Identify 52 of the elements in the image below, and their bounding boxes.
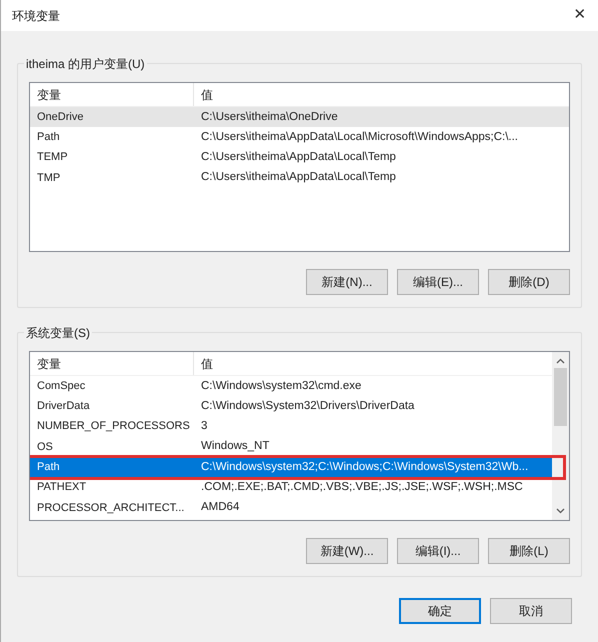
column-header[interactable]: 变量 [30, 83, 194, 106]
scroll-up-icon[interactable] [556, 358, 565, 364]
dialog-button[interactable]: 新建(W)... [306, 538, 388, 564]
variable-value: C:\Windows\system32;C:\Windows;C:\Windows\System32\Wb... [200, 460, 530, 475]
variable-row[interactable]: OS Windows_NT [30, 436, 552, 458]
column-header[interactable]: 值 [194, 83, 569, 106]
variable-value: C:\Users\itheima\OneDrive [200, 110, 339, 125]
variable-name: TEMP [36, 150, 69, 166]
variable-name: NUMBER_OF_PROCESSORS [36, 419, 191, 434]
dialog-button[interactable]: 删除(D) [488, 269, 570, 295]
variable-row[interactable]: ComSpec C:\Windows\system32\cmd.exe [30, 376, 552, 396]
variable-row[interactable]: PROCESSOR_ARCHITECT... AMD64 [30, 498, 552, 518]
group-label: itheima 的用户变量(U) [24, 55, 147, 73]
variable-name: OS [36, 440, 54, 455]
variable-name: Path [36, 130, 61, 146]
variable-name: PATHEXT [36, 480, 88, 496]
variable-row[interactable]: DriverData C:\Windows\System32\Drivers\DriverData [30, 396, 552, 417]
variable-value: 3 [200, 419, 208, 434]
variable-value: Windows_NT [200, 439, 270, 454]
variable-name: DriverData [36, 399, 91, 414]
variable-row[interactable]: TMP C:\Users\itheima\AppData\Local\Temp [30, 168, 569, 188]
dialog-button[interactable]: 编辑(I)... [397, 538, 479, 564]
dialog-button[interactable]: 确定 [399, 598, 481, 624]
variable-value: C:\Users\itheima\AppData\Local\Temp [200, 150, 397, 166]
variable-row[interactable]: Path C:\Users\itheima\AppData\Local\Microsoft\WindowsApps;C:\... [30, 127, 569, 148]
dialog-button[interactable]: 编辑(E)... [397, 269, 479, 295]
variable-row[interactable]: OneDrive C:\Users\itheima\OneDrive [30, 107, 569, 128]
column-header[interactable]: 值 [194, 352, 552, 375]
variable-name: TMP [36, 170, 62, 186]
dialog-button[interactable]: 取消 [490, 598, 572, 624]
variable-name: Path [36, 460, 61, 476]
scroll-thumb[interactable] [554, 368, 567, 426]
column-header[interactable]: 变量 [30, 352, 194, 375]
dialog-button[interactable]: 删除(L) [488, 538, 570, 564]
close-button[interactable]: ✕ [568, 4, 592, 28]
variable-value: C:\Windows\system32\cmd.exe [200, 378, 362, 394]
variable-value: C:\Users\itheima\AppData\Local\Temp [200, 170, 397, 186]
variable-name: OneDrive [36, 110, 84, 125]
scrollbar[interactable] [552, 352, 569, 520]
group-label: 系统变量(S) [24, 324, 92, 342]
variable-value: AMD64 [200, 500, 240, 516]
variable-value: C:\Users\itheima\AppData\Local\Microsoft\WindowsApps;C:\... [200, 130, 520, 145]
variable-name: PROCESSOR_ARCHITECT... [36, 500, 186, 516]
scroll-down-icon[interactable] [556, 508, 565, 514]
variable-row[interactable]: NUMBER_OF_PROCESSORS 3 [30, 416, 552, 437]
variable-value: .COM;.EXE;.BAT;.CMD;.VBS;.VBE;.JS;.JSE;.WSF;.WSH;.MSC [200, 480, 524, 495]
dialog-button[interactable]: 新建(N)... [306, 269, 388, 295]
variable-row[interactable]: TEMP C:\Users\itheima\AppData\Local\Temp [30, 148, 569, 168]
variable-row[interactable]: PATHEXT .COM;.EXE;.BAT;.CMD;.VBS;.VBE;.JS;.JSE;.WSF;.WSH;.MSC [30, 477, 552, 498]
window-title: 环境变量 [12, 8, 60, 24]
variable-name: ComSpec [36, 378, 86, 394]
variable-value: C:\Windows\System32\Drivers\DriverData [200, 398, 416, 414]
